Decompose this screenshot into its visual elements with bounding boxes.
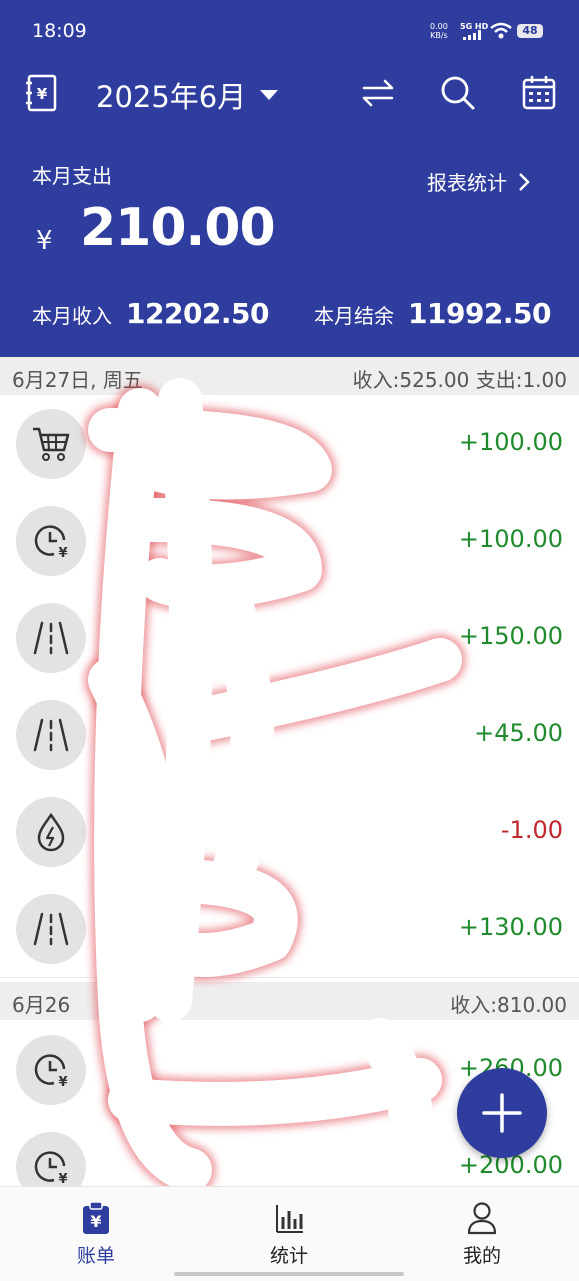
- plus-icon: [482, 1093, 522, 1133]
- month-income-label: 本月收入: [32, 304, 112, 328]
- clock-yen-icon: ¥: [34, 1054, 68, 1090]
- ledger-book-icon[interactable]: ¥: [22, 73, 62, 113]
- transaction-amount: +100.00: [458, 428, 563, 456]
- cart-icon: [33, 427, 70, 461]
- svg-text:¥: ¥: [90, 1212, 101, 1231]
- day-date: 6月26: [12, 993, 71, 1017]
- month-label: 2025年6月: [96, 80, 247, 114]
- battery-icon: 48: [517, 24, 543, 38]
- caret-down-icon: [260, 90, 279, 100]
- month-balance-value: 11992.50: [408, 297, 552, 330]
- transaction-row[interactable]: +45.00: [0, 686, 579, 784]
- transaction-row[interactable]: -1.00: [0, 783, 579, 881]
- day-summary: 收入:525.00 支出:1.00: [352, 368, 567, 392]
- chevron-right-icon: [519, 172, 530, 191]
- nav-profile-label: 我的: [462, 1245, 501, 1267]
- clock-yen-icon: ¥: [34, 525, 68, 561]
- report-stats-label: 报表统计: [427, 171, 507, 195]
- month-expense-amount: 210.00: [80, 198, 276, 258]
- app-header: 18:09 0.00 KB/s 5G HD 48 ¥ 2025年6月 本月支出 …: [0, 0, 579, 357]
- month-income-value: 12202.50: [126, 297, 270, 330]
- month-expense-label: 本月支出: [32, 164, 112, 188]
- nav-bill-label: 账单: [76, 1245, 115, 1267]
- network-speed: 0.00 KB/s: [430, 22, 448, 40]
- wifi-icon: [490, 22, 512, 39]
- transaction-row[interactable]: +100.00: [0, 395, 579, 493]
- report-stats-link[interactable]: 报表统计: [427, 167, 531, 196]
- road-icon: [33, 718, 69, 752]
- day-summary: 收入:810.00: [450, 993, 567, 1017]
- month-balance-label: 本月结余: [314, 304, 394, 328]
- nav-stats[interactable]: 统计: [234, 1201, 344, 1268]
- calendar-icon[interactable]: [519, 73, 559, 113]
- nav-profile[interactable]: 我的: [427, 1201, 537, 1268]
- bottom-nav: ¥ 账单 统计 我的: [0, 1186, 579, 1281]
- top-toolbar: ¥ 2025年6月: [0, 60, 579, 126]
- category-icon-wrap: [16, 603, 86, 673]
- home-indicator[interactable]: [174, 1272, 404, 1276]
- category-icon-wrap: [16, 894, 86, 964]
- network-speed-value: 0.00: [430, 22, 448, 31]
- transaction-row[interactable]: +130.00: [0, 880, 579, 978]
- month-income: 本月收入 12202.50: [32, 297, 270, 330]
- swap-icon[interactable]: [358, 73, 398, 113]
- status-bar: 18:09 0.00 KB/s 5G HD 48: [0, 0, 579, 60]
- nav-stats-label: 统计: [269, 1245, 308, 1267]
- day-header: 6月27日, 周五 收入:525.00 支出:1.00: [0, 357, 579, 395]
- road-icon: [33, 621, 69, 655]
- currency-symbol: ¥: [36, 226, 53, 256]
- stats-icon: [276, 1205, 303, 1233]
- svg-text:¥: ¥: [58, 1172, 67, 1187]
- category-icon-wrap: [16, 797, 86, 867]
- transaction-amount: +130.00: [458, 913, 563, 941]
- bill-icon: ¥: [83, 1201, 109, 1234]
- category-icon-wrap: [16, 700, 86, 770]
- transaction-amount: +150.00: [458, 622, 563, 650]
- svg-text:¥: ¥: [58, 546, 67, 561]
- add-record-button[interactable]: [457, 1068, 547, 1158]
- search-icon[interactable]: [438, 73, 478, 113]
- network-speed-unit: KB/s: [430, 31, 448, 40]
- road-icon: [33, 912, 69, 946]
- transaction-amount: +100.00: [458, 525, 563, 553]
- status-time: 18:09: [32, 20, 87, 42]
- transaction-row[interactable]: +150.00: [0, 589, 579, 687]
- day-header: 6月26 收入:810.00: [0, 982, 579, 1020]
- day-date: 6月27日, 周五: [12, 368, 143, 392]
- month-balance: 本月结余 11992.50: [314, 297, 552, 330]
- transaction-row[interactable]: ¥ +100.00: [0, 492, 579, 590]
- signal-icon: [463, 30, 481, 40]
- profile-icon: [467, 1202, 497, 1235]
- svg-text:¥: ¥: [58, 1075, 67, 1090]
- category-icon-wrap: ¥: [16, 506, 86, 576]
- category-icon-wrap: ¥: [16, 1035, 86, 1105]
- month-selector[interactable]: 2025年6月: [96, 74, 279, 116]
- svg-text:¥: ¥: [37, 85, 48, 103]
- transaction-amount: +45.00: [474, 719, 563, 747]
- transaction-amount: -1.00: [500, 816, 563, 844]
- category-icon-wrap: [16, 409, 86, 479]
- nav-bill[interactable]: ¥ 账单: [41, 1201, 151, 1268]
- clock-yen-icon: ¥: [34, 1151, 68, 1187]
- water-power-icon: [37, 812, 65, 852]
